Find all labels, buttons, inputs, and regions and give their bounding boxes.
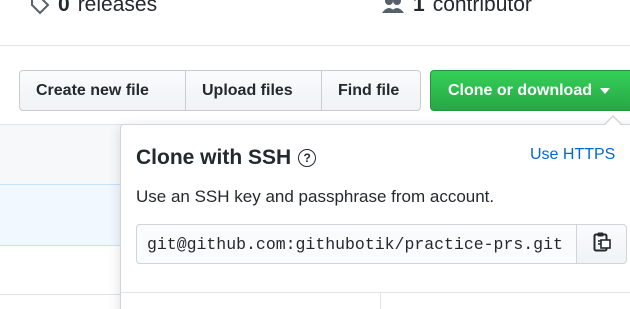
file-actions-group: Create new file Upload files Find file xyxy=(19,70,421,111)
upload-files-button[interactable]: Upload files xyxy=(185,70,322,111)
footer-divider xyxy=(380,292,381,309)
table-row[interactable] xyxy=(0,184,140,246)
clone-url-input[interactable] xyxy=(136,224,577,264)
clone-button-label: Clone or download xyxy=(448,81,592,99)
contributors-link[interactable]: 1 contributor xyxy=(381,0,532,17)
question-icon[interactable]: ? xyxy=(298,149,317,167)
dropdown-arrow-inner xyxy=(605,117,621,125)
clipboard-icon xyxy=(593,231,611,258)
copy-to-clipboard-button[interactable] xyxy=(576,224,627,264)
people-icon xyxy=(381,0,405,15)
repo-stats-bar: 0 releases 1 contributor xyxy=(0,0,630,46)
releases-label: releases xyxy=(77,0,158,16)
file-list xyxy=(0,124,140,309)
chevron-down-icon xyxy=(600,87,610,94)
contributors-label: contributor xyxy=(432,0,532,16)
clone-panel-footer xyxy=(121,292,630,309)
clone-panel-description: Use an SSH key and passphrase from accou… xyxy=(136,187,495,206)
releases-link[interactable]: 0 releases xyxy=(30,0,157,17)
tag-icon xyxy=(30,0,50,15)
clone-panel-title-text: Clone with SSH xyxy=(136,146,292,169)
contributors-count: 1 xyxy=(413,0,425,16)
find-file-button[interactable]: Find file xyxy=(321,70,421,111)
use-https-link[interactable]: Use HTTPS xyxy=(530,146,615,164)
clone-panel-title: Clone with SSH ? xyxy=(136,146,317,170)
releases-count: 0 xyxy=(58,0,70,16)
create-new-file-button[interactable]: Create new file xyxy=(19,70,186,111)
table-row[interactable] xyxy=(0,294,140,295)
clone-or-download-button[interactable]: Clone or download xyxy=(430,70,630,111)
table-row[interactable] xyxy=(0,124,140,184)
